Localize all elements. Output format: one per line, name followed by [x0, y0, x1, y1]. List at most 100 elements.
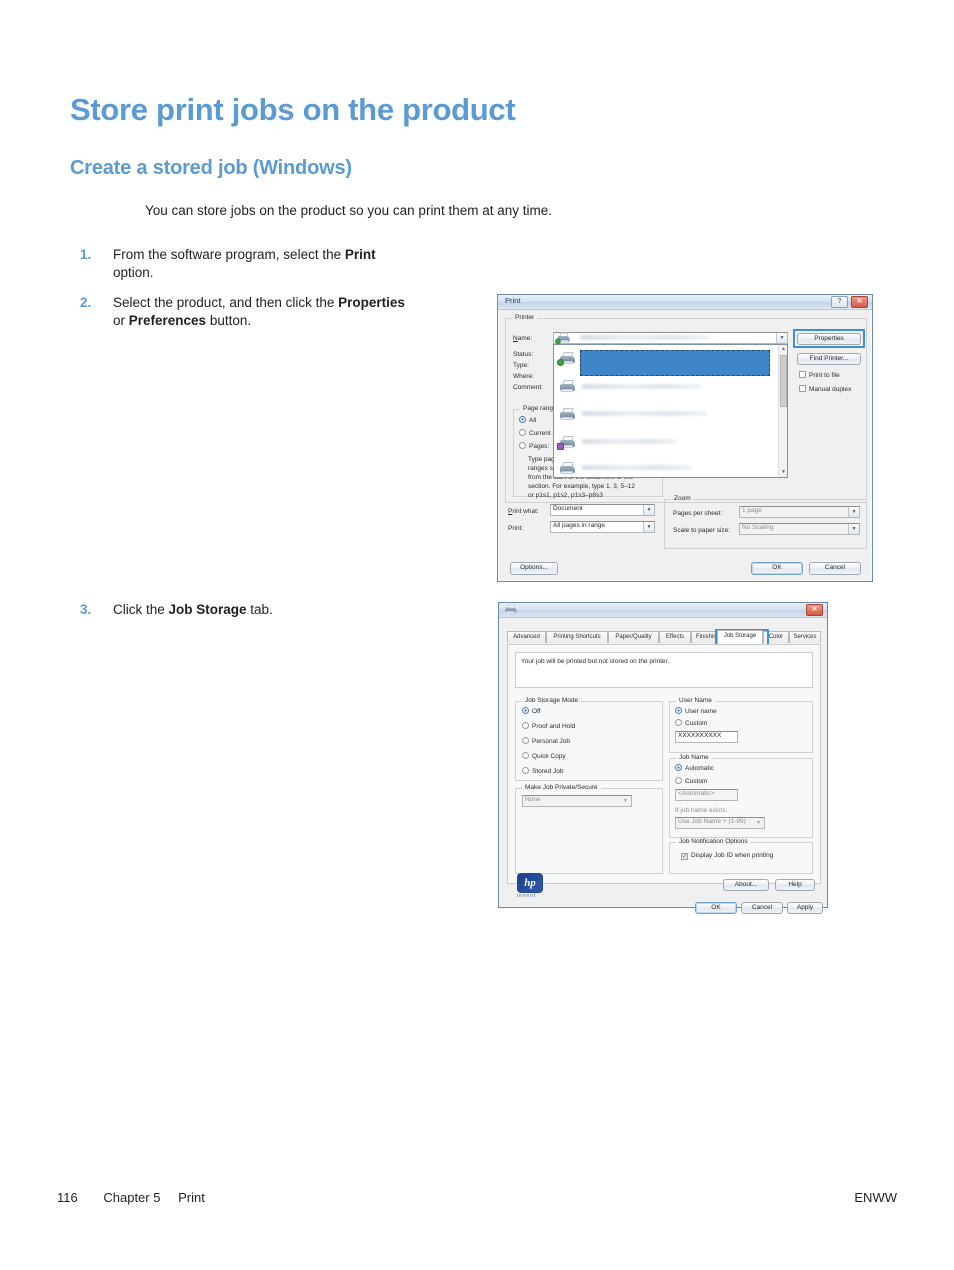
print-dialog-screenshot: Print ? ✕ Printer Name: Status: Type: Wh… — [497, 294, 873, 582]
print-what-label: Print what: — [508, 508, 539, 515]
chevron-down-icon: ▼ — [643, 505, 654, 515]
scale-to-paper-label: Scale to paper size: — [673, 527, 731, 534]
pages-per-sheet-combo[interactable]: 1 page ▼ — [739, 506, 860, 518]
cancel-button[interactable]: Cancel — [741, 902, 783, 914]
job-name-group-label: Job Name — [676, 754, 712, 761]
job-name-exists-label: If job name exists: — [675, 807, 728, 814]
print-dialog-titlebar: Print ? ✕ — [498, 295, 872, 310]
step-3: 3. Click the Job Storage tab. — [80, 601, 273, 619]
printer-list-icon-2 — [558, 379, 577, 392]
print-to-file-checkbox[interactable]: Print to file — [799, 371, 840, 379]
footer-right: ENWW — [854, 1190, 897, 1205]
printer-comment-label: Comment: — [513, 384, 543, 391]
print-what-combo[interactable]: Document ▼ — [550, 504, 655, 516]
job-name-exists-combo[interactable]: Use Job Name + (1-99) ▼ — [675, 817, 765, 829]
hp-invent-text: invent — [517, 893, 537, 899]
chevron-down-icon: ▼ — [848, 507, 859, 517]
ok-button[interactable]: OK — [751, 562, 803, 575]
page-range-pages-radio[interactable]: Pages: — [519, 442, 549, 450]
tab-paper-quality[interactable]: Paper/Quality — [608, 631, 659, 643]
printer-name-value-redacted — [580, 335, 710, 340]
job-storage-mode-label: Job Storage Mode — [522, 697, 582, 704]
footer-chapter: Chapter 5 — [103, 1190, 161, 1205]
step-1: 1. From the software program, select the… — [80, 246, 413, 282]
scale-to-paper-combo[interactable]: No Scaling ▼ — [739, 523, 860, 535]
job-storage-titlebar: ✕ — [499, 603, 827, 618]
printer-list-icon-5 — [558, 461, 577, 474]
footer-page-number: 116 — [57, 1190, 78, 1205]
job-storage-body: Advanced Printing Shortcuts Paper/Qualit… — [499, 618, 827, 914]
step-1-number: 1. — [80, 247, 92, 262]
footer-left: 116 Chapter 5 Print — [57, 1190, 205, 1205]
printer-status-label: Status: — [513, 351, 534, 358]
help-button[interactable]: Help — [775, 879, 815, 891]
job-storage-dialog-screenshot: ✕ Advanced Printing Shortcuts Paper/Qual… — [498, 602, 828, 914]
printer-list-name-2-redacted — [582, 384, 702, 389]
user-name-input[interactable]: XXXXXXXXXX — [675, 731, 738, 743]
about-button[interactable]: About... — [723, 879, 769, 891]
chevron-down-icon: ▼ — [776, 333, 787, 343]
print-dialog-body: Printer Name: Status: Type: Where: Comme… — [498, 310, 872, 581]
printer-list-name-3-redacted — [582, 411, 707, 416]
tab-advanced[interactable]: Advanced — [507, 631, 546, 643]
chevron-down-icon: ▼ — [643, 522, 654, 532]
close-icon[interactable]: ✕ — [806, 604, 823, 616]
apply-button[interactable]: Apply — [787, 902, 823, 914]
printer-list-icon-4 — [557, 435, 577, 450]
storage-mode-proof-and-hold-radio[interactable]: Proof and Hold — [522, 722, 575, 730]
pages-per-sheet-label: Pages per sheet: — [673, 510, 723, 517]
printer-list-icon-3 — [558, 407, 577, 420]
printer-list-popup[interactable]: ▲ ▼ — [553, 344, 788, 478]
zoom-group-label: Zoom — [671, 495, 694, 502]
scroll-up-icon[interactable]: ▲ — [780, 346, 787, 353]
page-title: Store print jobs on the product — [70, 92, 516, 127]
make-job-private-label: Make Job Private/Secure — [522, 784, 601, 791]
step-1-text: From the software program, select the Pr… — [113, 247, 376, 281]
user-name-username-radio[interactable]: User name — [675, 707, 717, 715]
printer-list-icon-1 — [557, 351, 577, 366]
printer-icon — [504, 604, 517, 614]
job-name-automatic-radio[interactable]: Automatic — [675, 764, 714, 772]
options-button[interactable]: Options... — [510, 562, 558, 575]
printer-name-label: Name: — [513, 335, 533, 342]
cancel-button[interactable]: Cancel — [809, 562, 861, 575]
help-button[interactable]: ? — [831, 296, 848, 308]
tab-printing-shortcuts[interactable]: Printing Shortcuts — [546, 631, 608, 643]
scroll-down-icon[interactable]: ▼ — [780, 469, 787, 476]
storage-mode-quick-copy-radio[interactable]: Quick Copy — [522, 752, 566, 760]
printer-where-label: Where: — [513, 373, 534, 380]
close-icon[interactable]: ✕ — [851, 296, 868, 308]
find-printer-button[interactable]: Find Printer... — [797, 353, 861, 365]
storage-mode-personal-job-radio[interactable]: Personal Job — [522, 737, 570, 745]
job-name-input[interactable]: <Automatic> — [675, 789, 738, 801]
make-job-private-combo[interactable]: None ▼ — [522, 795, 632, 807]
user-name-custom-radio[interactable]: Custom — [675, 719, 707, 727]
printer-list-scrollbar[interactable]: ▲ ▼ — [778, 345, 787, 477]
step-3-number: 3. — [80, 602, 92, 617]
hp-logo: hp — [517, 873, 543, 893]
footer-section: Print — [178, 1190, 205, 1205]
job-notification-group-label: Job Notification Options — [676, 838, 751, 845]
properties-button[interactable]: Properties — [797, 333, 861, 345]
ok-button[interactable]: OK — [695, 902, 737, 914]
print-range-combo[interactable]: All pages in range ▼ — [550, 521, 655, 533]
step-2-text: Select the product, and then click the P… — [113, 295, 405, 329]
job-name-custom-radio[interactable]: Custom — [675, 777, 707, 785]
page-range-hint-5: or p1s1, p1s2, p1s3–p8s3 — [528, 492, 603, 499]
printer-list-selected-item[interactable] — [580, 350, 770, 376]
tab-services[interactable]: Services — [789, 631, 821, 643]
printer-list-name-5-redacted — [582, 465, 692, 470]
display-job-id-checkbox[interactable]: Display Job ID when printing — [681, 852, 773, 860]
scrollbar-thumb[interactable] — [780, 355, 787, 407]
chevron-down-icon: ▼ — [848, 524, 859, 534]
tab-effects[interactable]: Effects — [659, 631, 691, 643]
manual-duplex-checkbox[interactable]: Manual duplex — [799, 385, 851, 393]
storage-mode-stored-job-radio[interactable]: Stored Job — [522, 767, 563, 775]
page-range-all-radio[interactable]: All — [519, 416, 536, 424]
storage-mode-off-radio[interactable]: Off — [522, 707, 541, 715]
printer-group-label: Printer — [512, 314, 538, 321]
print-dialog-title: Print — [505, 296, 521, 305]
tab-job-storage[interactable]: Job Storage — [717, 630, 763, 644]
printer-type-label: Type: — [513, 362, 529, 369]
step-2-number: 2. — [80, 295, 92, 310]
